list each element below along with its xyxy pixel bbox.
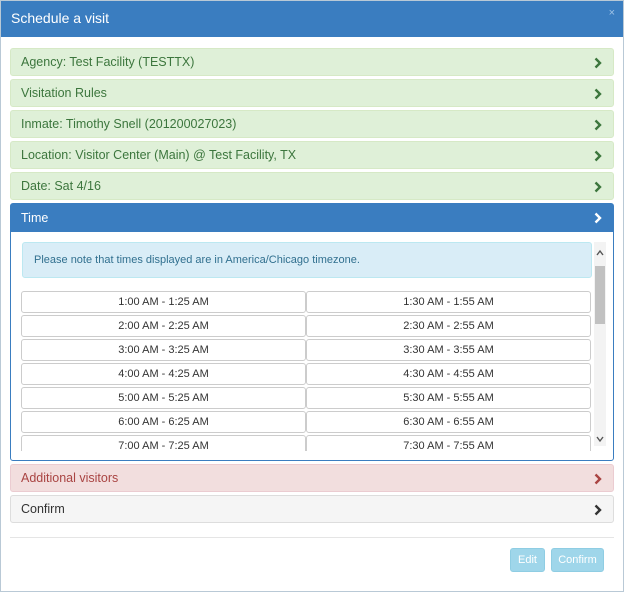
time-slot-button[interactable]: 2:00 AM - 2:25 AM — [21, 315, 306, 337]
timezone-notice-text: Please note that times displayed are in … — [34, 254, 360, 266]
section-time: Time Please note that times displayed ar… — [10, 203, 614, 461]
chevron-up-icon[interactable] — [596, 246, 604, 256]
section-confirm-label: Confirm — [21, 502, 65, 516]
modal-title: Schedule a visit — [11, 10, 110, 26]
timezone-notice: Please note that times displayed are in … — [22, 242, 592, 278]
time-slot-scrollbar[interactable] — [594, 242, 606, 446]
chevron-right-icon — [592, 150, 604, 162]
chevron-right-icon — [592, 119, 604, 131]
edit-button[interactable]: Edit — [510, 548, 545, 572]
section-time-label: Time — [21, 211, 49, 225]
section-agency[interactable]: Agency: Test Facility (TESTTX) — [10, 48, 614, 76]
time-slot-button[interactable]: 2:30 AM - 2:55 AM — [306, 315, 591, 337]
chevron-right-icon — [592, 181, 604, 193]
time-slot-button[interactable]: 1:30 AM - 1:55 AM — [306, 291, 591, 313]
section-time-header[interactable]: Time — [11, 204, 613, 232]
modal-header: Schedule a visit × — [1, 1, 623, 37]
schedule-visit-modal: Schedule a visit × Agency: Test Facility… — [0, 0, 624, 592]
time-slot-button[interactable]: 7:00 AM - 7:25 AM — [21, 435, 306, 451]
time-slot-button[interactable]: 3:00 AM - 3:25 AM — [21, 339, 306, 361]
chevron-right-icon — [592, 473, 604, 485]
section-visitation-rules[interactable]: Visitation Rules — [10, 79, 614, 107]
time-slot-button[interactable]: 5:00 AM - 5:25 AM — [21, 387, 306, 409]
section-additional-visitors[interactable]: Additional visitors — [10, 464, 614, 492]
section-confirm[interactable]: Confirm — [10, 495, 614, 523]
chevron-right-icon — [592, 212, 604, 224]
time-slot-button[interactable]: 7:30 AM - 7:55 AM — [306, 435, 591, 451]
confirm-button[interactable]: Confirm — [551, 548, 604, 572]
section-inmate-label: Inmate: Timothy Snell (201200027023) — [21, 117, 237, 131]
section-inmate[interactable]: Inmate: Timothy Snell (201200027023) — [10, 110, 614, 138]
chevron-down-icon[interactable] — [596, 432, 604, 443]
section-location-label: Location: Visitor Center (Main) @ Test F… — [21, 148, 297, 162]
section-location[interactable]: Location: Visitor Center (Main) @ Test F… — [10, 141, 614, 169]
time-slot-button[interactable]: 5:30 AM - 5:55 AM — [306, 387, 591, 409]
time-slot-grid: 1:00 AM - 1:25 AM 1:30 AM - 1:55 AM 2:00… — [21, 291, 593, 451]
chevron-right-icon — [592, 88, 604, 100]
scrollbar-thumb[interactable] — [595, 266, 605, 324]
close-icon[interactable]: × — [609, 7, 615, 19]
time-slot-button[interactable]: 4:00 AM - 4:25 AM — [21, 363, 306, 385]
time-slot-button[interactable]: 6:00 AM - 6:25 AM — [21, 411, 306, 433]
time-slot-button[interactable]: 1:00 AM - 1:25 AM — [21, 291, 306, 313]
time-slot-button[interactable]: 4:30 AM - 4:55 AM — [306, 363, 591, 385]
section-agency-label: Agency: Test Facility (TESTTX) — [21, 55, 195, 69]
time-slot-button[interactable]: 6:30 AM - 6:55 AM — [306, 411, 591, 433]
chevron-right-icon — [592, 57, 604, 69]
section-date-label: Date: Sat 4/16 — [21, 179, 101, 193]
section-date[interactable]: Date: Sat 4/16 — [10, 172, 614, 200]
section-visitation-rules-label: Visitation Rules — [21, 86, 107, 100]
footer-divider — [10, 537, 614, 538]
time-slot-button[interactable]: 3:30 AM - 3:55 AM — [306, 339, 591, 361]
section-additional-visitors-label: Additional visitors — [21, 471, 119, 485]
chevron-right-icon — [592, 504, 604, 516]
